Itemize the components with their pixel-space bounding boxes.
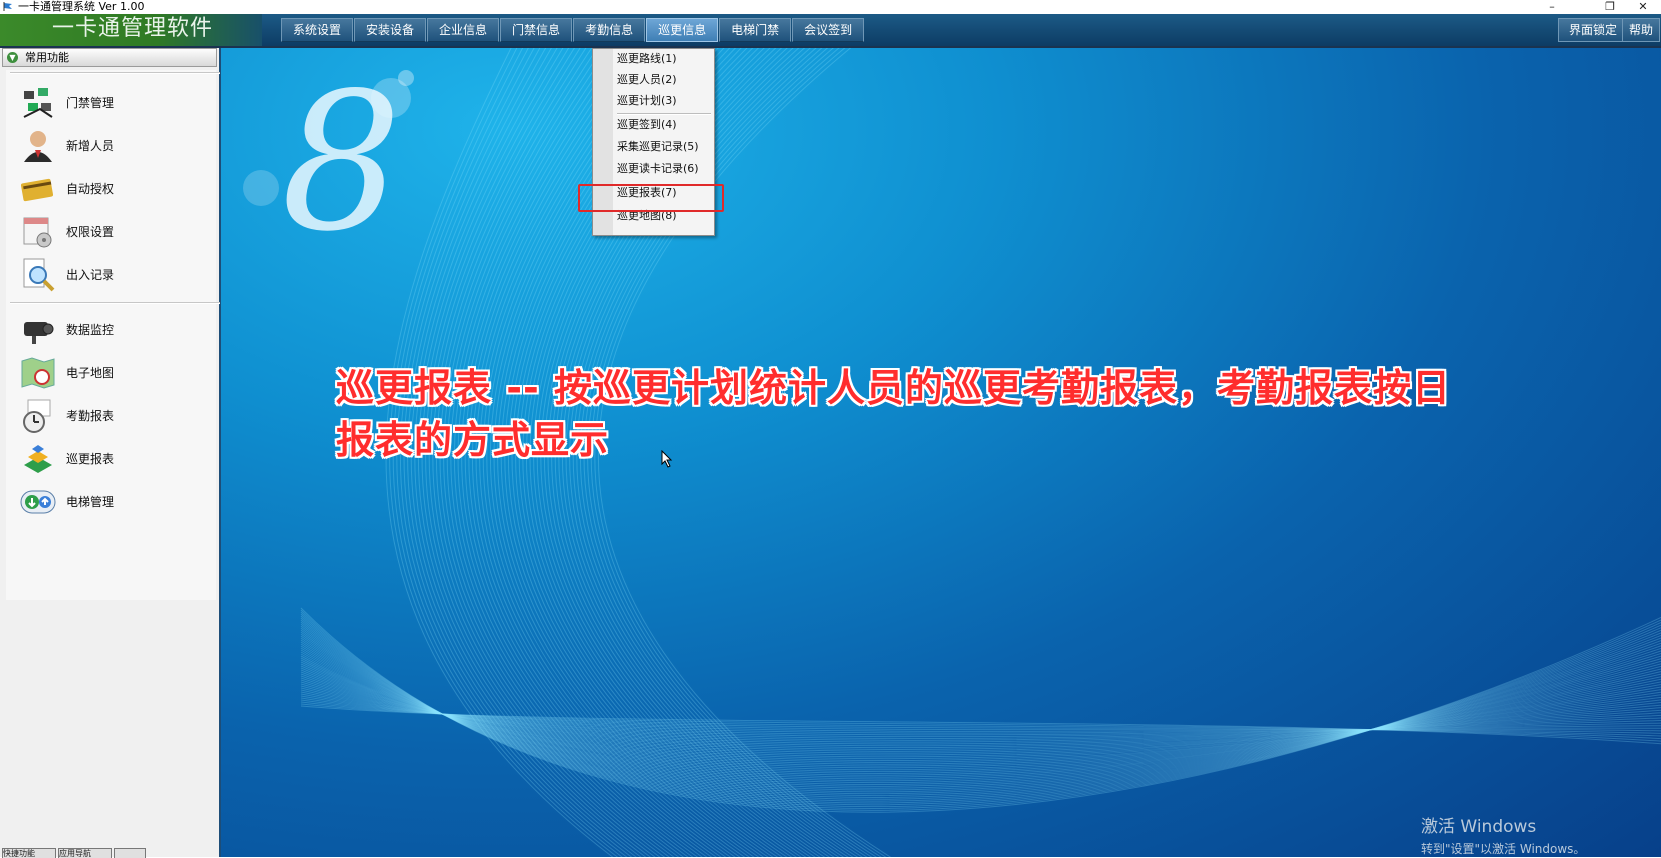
sidebar-item-label: 出入记录 <box>66 268 115 282</box>
window-title: 一卡通管理系统 Ver 1.00 <box>18 0 145 13</box>
menu-patrol-info[interactable]: 巡更信息 <box>646 18 719 42</box>
sidebar-item-e-map[interactable]: 电子地图 <box>16 353 211 393</box>
sidebar-item-access-control[interactable]: 门禁管理 <box>16 83 211 123</box>
logo-eight-icon: 8 <box>243 52 414 273</box>
close-button[interactable]: ✕ <box>1628 0 1658 14</box>
caption-overlay: 巡更报表 -- 按巡更计划统计人员的巡更考勤报表，考勤报表按日报表的方式显示 <box>336 366 1452 462</box>
menu-meeting-signin[interactable]: 会议签到 <box>792 18 865 42</box>
help-button[interactable]: 帮助 <box>1622 18 1661 42</box>
calendar-settings-icon <box>23 217 52 248</box>
menu-item-patrol-signin[interactable]: 巡更签到(4) <box>617 115 711 135</box>
menu-access-info[interactable]: 门禁信息 <box>500 18 573 42</box>
app-flag-icon <box>3 2 12 11</box>
menu-attendance-info[interactable]: 考勤信息 <box>573 18 646 42</box>
elevator-icon <box>20 490 56 514</box>
sidebar-section-header[interactable]: ▼ 常用功能 <box>2 48 217 67</box>
collapse-toggle-icon[interactable]: ▼ <box>7 52 18 63</box>
brand-title: 一卡通管理软件 <box>52 16 214 41</box>
restore-button[interactable]: ❐ <box>1595 0 1625 14</box>
lock-screen-button[interactable]: 界面锁定 <box>1558 18 1629 42</box>
sidebar-item-permission-settings[interactable]: 权限设置 <box>16 212 211 252</box>
sidebar-item-label: 考勤报表 <box>66 409 115 423</box>
divider <box>10 72 220 74</box>
menu-enterprise-info[interactable]: 企业信息 <box>427 18 500 42</box>
menu-elevator-access[interactable]: 电梯门禁 <box>719 18 792 42</box>
sidebar-item-patrol-report[interactable]: 巡更报表 <box>16 439 211 479</box>
sidebar-item-label: 数据监控 <box>66 323 115 337</box>
sidebar-bottom-tabs: 快捷功能 应用导航 <box>2 848 148 858</box>
windows-activation-watermark: 激活 Windows 转到"设置"以激活 Windows。 <box>1421 812 1585 857</box>
mouse-cursor-icon <box>661 450 673 468</box>
brand-logo: 一卡通管理软件 <box>0 14 262 46</box>
menu-item-patrol-plan[interactable]: 巡更计划(3) <box>617 91 711 111</box>
svg-text:8: 8 <box>281 52 402 273</box>
sidebar-item-data-monitor[interactable]: 数据监控 <box>16 310 211 350</box>
app-header: 一卡通管理软件 系统设置 安装设备 企业信息 门禁信息 考勤信息 巡更信息 电梯… <box>0 14 1661 48</box>
shortcut-panel: 门禁管理 新增人员 自动授权 权限设置 出入记录 数据监控 电子地图 考勤报表 … <box>6 70 220 600</box>
sidebar-section-title: 常用功能 <box>25 51 69 64</box>
record-search-icon <box>23 258 55 292</box>
menu-install-devices[interactable]: 安装设备 <box>354 18 427 42</box>
window-title-bar: 一卡通管理系统 Ver 1.00 – ❐ ✕ <box>0 0 1661 14</box>
menu-system-settings[interactable]: 系统设置 <box>281 18 354 42</box>
sidebar-item-label: 权限设置 <box>66 225 115 239</box>
sidebar: ▼ 常用功能 门禁管理 新增人员 自动授权 权限设置 出入记录 数据监控 电子地… <box>0 48 221 858</box>
sidebar-item-attendance-report[interactable]: 考勤报表 <box>16 396 211 436</box>
camera-monitor-icon <box>24 322 54 344</box>
sidebar-item-elevator-management[interactable]: 电梯管理 <box>16 482 211 522</box>
watermark-line1: 激活 Windows <box>1421 817 1537 837</box>
sidebar-item-label: 自动授权 <box>66 182 115 196</box>
divider <box>10 302 220 304</box>
sidebar-item-auto-authorize[interactable]: 自动授权 <box>16 169 211 209</box>
map-icon <box>21 357 55 389</box>
highlight-box <box>578 184 724 212</box>
menu-item-collect-patrol-records[interactable]: 采集巡更记录(5) <box>617 137 711 157</box>
menu-item-patrol-staff[interactable]: 巡更人员(2) <box>617 70 711 90</box>
watermark-line2: 转到"设置"以激活 Windows。 <box>1421 842 1586 856</box>
sidebar-item-label: 门禁管理 <box>66 96 115 110</box>
menu-item-patrol-card-records[interactable]: 巡更读卡记录(6) <box>617 159 711 179</box>
attendance-clock-icon <box>23 399 51 433</box>
patrol-report-icon <box>24 445 52 473</box>
sidebar-item-label: 巡更报表 <box>66 452 115 466</box>
sidebar-item-add-person[interactable]: 新增人员 <box>16 126 211 166</box>
user-add-icon <box>24 131 52 162</box>
sidebar-item-access-records[interactable]: 出入记录 <box>16 255 211 295</box>
main-menu-bar: 系统设置 安装设备 企业信息 门禁信息 考勤信息 巡更信息 电梯门禁 会议签到 <box>281 18 865 42</box>
minimize-button[interactable]: – <box>1537 0 1567 14</box>
menu-item-patrol-route[interactable]: 巡更路线(1) <box>617 49 711 69</box>
access-control-icon <box>23 88 53 118</box>
sidebar-item-label: 电子地图 <box>66 366 115 380</box>
sidebar-item-label: 电梯管理 <box>66 495 115 509</box>
card-auth-icon <box>20 178 54 202</box>
sidebar-item-label: 新增人员 <box>66 139 115 153</box>
